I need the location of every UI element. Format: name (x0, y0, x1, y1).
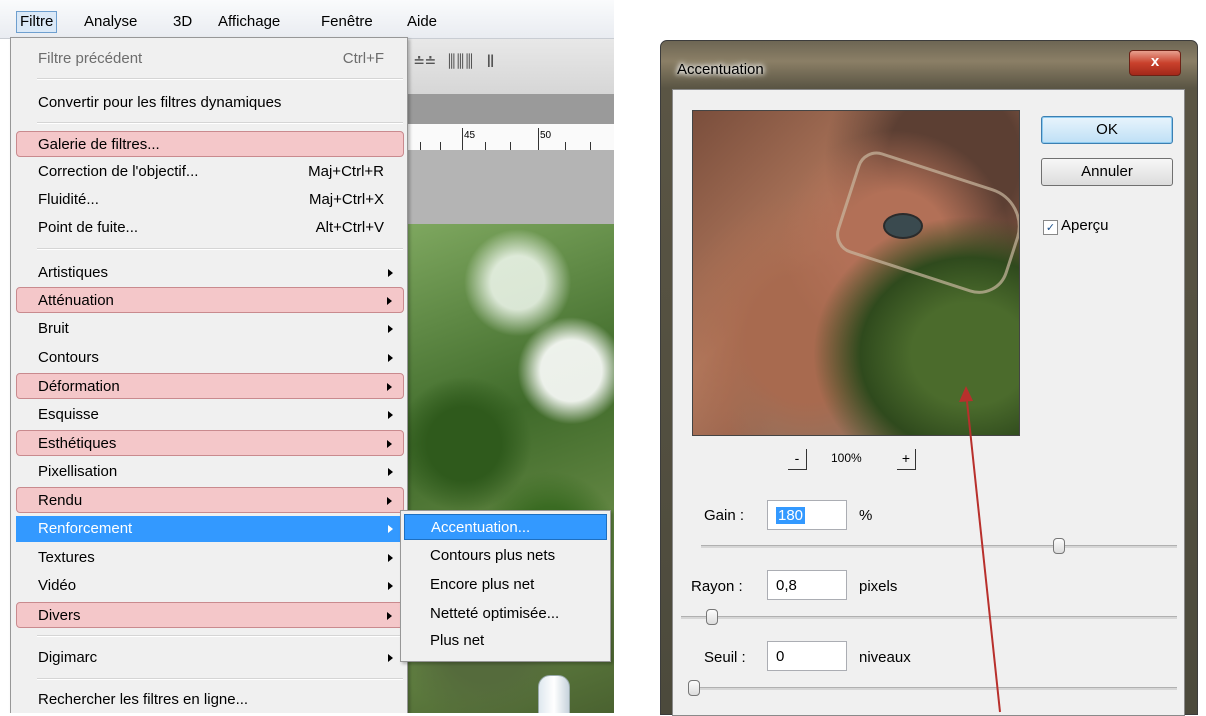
menu-item-artistiques[interactable]: Artistiques (16, 260, 404, 286)
renforcement-submenu: Accentuation... Contours plus nets Encor… (400, 510, 611, 662)
menu-fenetre[interactable]: Fenêtre (318, 11, 376, 33)
ok-button[interactable]: OK (1041, 116, 1173, 144)
menu-item-rendu[interactable]: Rendu (16, 487, 404, 513)
menu-item-bruit[interactable]: Bruit (16, 316, 404, 342)
submenu-arrow-icon (388, 411, 393, 419)
zoom-level: 100% (831, 451, 862, 465)
close-icon[interactable]: x (1129, 50, 1181, 76)
menu-item-convertir[interactable]: Convertir pour les filtres dynamiques (16, 90, 404, 116)
submenu-arrow-icon (388, 554, 393, 562)
menu-item-esquisse[interactable]: Esquisse (16, 402, 404, 428)
submenu-arrow-icon (387, 383, 392, 391)
ruler-tick: 50 (540, 130, 552, 141)
submenu-arrow-icon (387, 612, 392, 620)
menu-item-contours[interactable]: Contours (16, 345, 404, 371)
canvas-background (400, 150, 614, 224)
menu-item-filtre-precedent[interactable]: Filtre précédent Ctrl+F (16, 46, 404, 72)
preview-eye (883, 213, 923, 239)
menu-analyse[interactable]: Analyse (81, 11, 140, 33)
menu-affichage[interactable]: Affichage (215, 11, 283, 33)
options-toolbar: ≐≐ ⫼⫼⫼ ǁ (400, 36, 614, 95)
gain-unit: % (859, 507, 873, 524)
menu-separator (37, 678, 403, 680)
submenu-arrow-icon (388, 525, 393, 533)
preview-image[interactable] (692, 110, 1020, 436)
rayon-slider-thumb[interactable] (705, 609, 718, 625)
menu-item-renforcement[interactable]: Renforcement (16, 516, 404, 542)
zoom-out-button[interactable]: - (788, 449, 807, 470)
menu-separator (37, 635, 403, 637)
seuil-input[interactable]: 0 (767, 641, 847, 671)
submenu-arrow-icon (388, 468, 393, 476)
align-icons[interactable]: ≐≐ ⫼⫼⫼ ǁ (414, 52, 497, 72)
submenu-item-accentuation[interactable]: Accentuation... (404, 514, 607, 540)
photo-bottle (538, 675, 570, 713)
submenu-arrow-icon (388, 325, 393, 333)
submenu-arrow-icon (388, 354, 393, 362)
submenu-arrow-icon (388, 582, 393, 590)
menu-separator (37, 78, 403, 80)
cancel-button[interactable]: Annuler (1041, 158, 1173, 186)
zoom-in-button[interactable]: + (897, 449, 916, 470)
menu-item-divers[interactable]: Divers (16, 602, 404, 628)
menu-item-video[interactable]: Vidéo (16, 573, 404, 599)
rayon-slider-track[interactable] (681, 616, 1177, 619)
menu-filtre[interactable]: Filtre (16, 11, 58, 33)
menu-separator (37, 122, 403, 124)
menu-item-rechercher-en-ligne[interactable]: Rechercher les filtres en ligne... (16, 687, 404, 713)
gain-label: Gain : (704, 507, 745, 524)
submenu-item-plus-net[interactable]: Plus net (404, 628, 607, 654)
seuil-unit: niveaux (859, 649, 911, 666)
menu-item-pixellisation[interactable]: Pixellisation (16, 459, 404, 485)
menu-item-correction-objectif[interactable]: Correction de l'objectif... Maj+Ctrl+R (16, 159, 404, 185)
dialog-title: Accentuation (677, 61, 764, 78)
submenu-arrow-icon (387, 497, 392, 505)
menu-bar: Filtre Analyse 3D Affichage Fenêtre Aide (0, 0, 614, 39)
menu-separator (37, 248, 403, 250)
menu-item-deformation[interactable]: Déformation (16, 373, 404, 399)
rayon-label: Rayon : (691, 578, 743, 595)
menu-item-textures[interactable]: Textures (16, 545, 404, 571)
filter-menu: Filtre précédent Ctrl+F Convertir pour l… (10, 37, 408, 713)
submenu-arrow-icon (387, 440, 392, 448)
menu-item-digimarc[interactable]: Digimarc (16, 645, 404, 671)
seuil-slider-track[interactable] (693, 687, 1177, 690)
gain-input[interactable]: 180 (767, 500, 847, 530)
rayon-input[interactable]: 0,8 (767, 570, 847, 600)
dialog-body: - 100% + OK Annuler ✓ Aperçu Gain : 180 … (672, 89, 1185, 716)
menu-3d[interactable]: 3D (170, 11, 195, 33)
submenu-arrow-icon (387, 297, 392, 305)
preview-checkbox[interactable]: ✓ (1043, 220, 1058, 235)
photoshop-window: ≐≐ ⫼⫼⫼ ǁ 0 45 50 Filtre Analyse 3D Affic… (0, 0, 614, 713)
gain-slider-thumb[interactable] (1053, 538, 1065, 554)
menu-aide[interactable]: Aide (404, 11, 440, 33)
menu-item-galerie[interactable]: Galerie de filtres... (16, 131, 404, 157)
accentuation-dialog: Accentuation x - 100% + OK Annuler ✓ Ape… (660, 40, 1198, 716)
rayon-unit: pixels (859, 578, 898, 595)
submenu-item-nettete-optimisee[interactable]: Netteté optimisée... (404, 601, 607, 627)
preview-glasses (830, 146, 1019, 302)
seuil-slider-thumb[interactable] (688, 680, 700, 696)
ruler-tick: 45 (464, 130, 476, 141)
menu-item-point-de-fuite[interactable]: Point de fuite... Alt+Ctrl+V (16, 215, 404, 241)
menu-item-attenuation[interactable]: Atténuation (16, 287, 404, 313)
document-tab-bar (400, 94, 614, 125)
preview-checkbox-label: Aperçu (1061, 217, 1109, 234)
submenu-item-encore-plus-net[interactable]: Encore plus net (404, 572, 607, 598)
submenu-arrow-icon (388, 269, 393, 277)
seuil-label: Seuil : (704, 649, 746, 666)
gain-slider-track[interactable] (701, 545, 1177, 548)
menu-item-esthetiques[interactable]: Esthétiques (16, 430, 404, 456)
submenu-item-contours-plus-nets[interactable]: Contours plus nets (404, 543, 607, 569)
submenu-arrow-icon (388, 654, 393, 662)
horizontal-ruler: 0 45 50 (400, 124, 614, 151)
menu-item-fluidite[interactable]: Fluidité... Maj+Ctrl+X (16, 187, 404, 213)
